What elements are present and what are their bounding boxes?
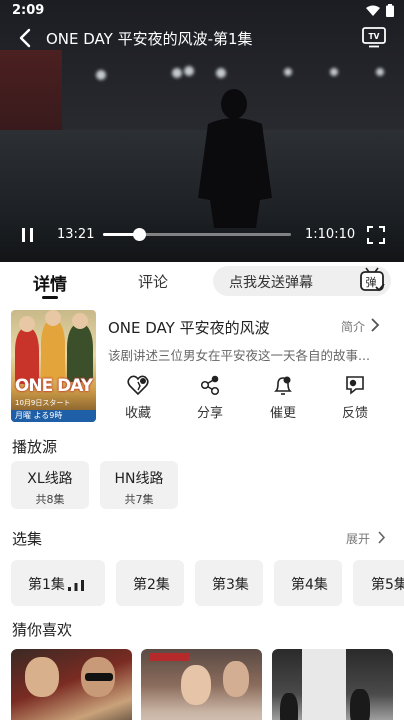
intro-link[interactable]: 简介	[341, 318, 365, 335]
urge-update-button[interactable]: 催更	[253, 372, 313, 421]
video-player[interactable]: 2:09 ONE DAY 平安夜的风波-第1集 TV 13:21 1:10:10	[0, 0, 404, 262]
episode-list: 第1集 第2集 第3集 第4集 第5集	[0, 560, 404, 606]
show-poster[interactable]: ONE DAY 10月9日スタート 月曜 よる9時	[11, 310, 96, 422]
source-name: HN线路	[114, 471, 164, 487]
show-title: ONE DAY 平安夜的风波	[108, 319, 270, 337]
player-controls: 13:21 1:10:10	[0, 222, 404, 248]
card-figure	[350, 689, 370, 720]
sources-title: 播放源	[12, 438, 58, 456]
danmaku-input[interactable]: 点我发送弹幕 弹	[213, 266, 391, 296]
playing-indicator-icon	[68, 580, 84, 591]
action-label: 催更	[269, 406, 296, 421]
video-light	[96, 70, 106, 80]
episode-label: 第4集	[291, 577, 328, 593]
card-building	[302, 649, 346, 720]
source-count: 共7集	[124, 493, 154, 506]
heart-icon	[127, 375, 149, 396]
tab-indicator	[42, 296, 58, 299]
episode-item[interactable]: 第2集	[116, 560, 184, 606]
video-light	[172, 68, 182, 78]
expand-link[interactable]: 展开	[346, 530, 370, 547]
pause-icon[interactable]	[20, 226, 36, 244]
source-hn[interactable]: HN线路 共7集	[100, 461, 178, 509]
action-label: 分享	[196, 406, 223, 421]
chevron-right-icon[interactable]	[377, 531, 386, 544]
player-top-bar: ONE DAY 平安夜的风波-第1集 TV	[0, 24, 404, 52]
action-label: 反馈	[341, 406, 368, 421]
episodes-title: 选集	[12, 530, 43, 548]
poster-face	[45, 310, 61, 326]
share-button[interactable]: 分享	[180, 372, 240, 421]
source-count: 共8集	[35, 493, 65, 506]
recommend-card[interactable]	[11, 649, 132, 720]
action-row: 收藏 分享 催更 反馈	[104, 372, 396, 424]
danmaku-placeholder: 点我发送弹幕	[229, 275, 313, 291]
svg-text:弹: 弹	[366, 275, 377, 289]
poster-figure	[67, 324, 93, 382]
wifi-icon	[366, 5, 380, 16]
card-figure	[223, 661, 249, 697]
status-icons	[366, 4, 394, 17]
video-light	[330, 68, 338, 76]
poster-logo: ONE DAY	[14, 376, 93, 396]
video-light	[216, 68, 226, 78]
video-light	[184, 66, 194, 76]
show-description: 该剧讲述三位男女在平安夜这一天各自的故事...	[108, 348, 370, 363]
episode-label: 第5集	[371, 577, 404, 593]
tv-cast-icon[interactable]: TV	[362, 26, 386, 48]
card-sunglasses	[85, 673, 113, 681]
video-light	[376, 68, 384, 76]
battery-icon	[386, 4, 394, 17]
video-frame-background	[0, 50, 62, 140]
poster-date: 10月9日スタート	[15, 399, 71, 407]
action-label: 收藏	[124, 406, 151, 421]
duration: 1:10:10	[305, 227, 356, 242]
recommend-card[interactable]	[141, 649, 262, 720]
card-figure	[25, 657, 59, 697]
recommend-title: 猜你喜欢	[12, 621, 73, 639]
status-time: 2:09	[12, 3, 45, 18]
card-figure	[280, 693, 298, 720]
recommend-list	[0, 649, 404, 720]
episode-label: 第1集	[28, 577, 65, 593]
poster-face	[19, 316, 35, 332]
fullscreen-icon[interactable]	[366, 225, 386, 245]
tab-detail[interactable]: 详情	[33, 270, 67, 295]
progress-bar[interactable]	[103, 228, 291, 241]
current-time: 13:21	[57, 227, 95, 242]
episode-item[interactable]: 第5集	[353, 560, 404, 606]
poster-figure	[41, 320, 65, 380]
share-icon	[200, 375, 220, 396]
feedback-icon	[346, 376, 364, 395]
feedback-button[interactable]: 反馈	[325, 372, 385, 421]
svg-text:TV: TV	[369, 32, 380, 41]
source-xl[interactable]: XL线路 共8集	[11, 461, 89, 509]
card-figure	[181, 665, 211, 705]
status-bar: 2:09	[0, 0, 404, 22]
progress-handle[interactable]	[132, 228, 146, 241]
back-icon[interactable]	[14, 26, 36, 50]
poster-face	[72, 313, 88, 329]
video-light	[284, 68, 292, 76]
episode-label: 第2集	[133, 577, 170, 593]
card-banner	[149, 653, 189, 661]
episode-item[interactable]: 第1集	[11, 560, 105, 606]
bell-icon	[274, 376, 292, 395]
chevron-right-icon[interactable]	[370, 318, 380, 332]
video-person-silhouette	[198, 89, 272, 228]
video-title: ONE DAY 平安夜的风波-第1集	[46, 30, 253, 48]
danmaku-icon[interactable]: 弹	[357, 266, 387, 296]
recommend-card[interactable]	[272, 649, 393, 720]
tab-bar: 详情 评论 点我发送弹幕 弹	[0, 262, 404, 300]
episode-label: 第3集	[212, 577, 249, 593]
favorite-button[interactable]: 收藏	[108, 372, 168, 421]
tab-comment[interactable]: 评论	[138, 271, 168, 292]
episode-item[interactable]: 第4集	[274, 560, 342, 606]
source-name: XL线路	[27, 471, 73, 487]
poster-band: 月曜 よる9時	[11, 410, 96, 422]
episode-item[interactable]: 第3集	[195, 560, 263, 606]
